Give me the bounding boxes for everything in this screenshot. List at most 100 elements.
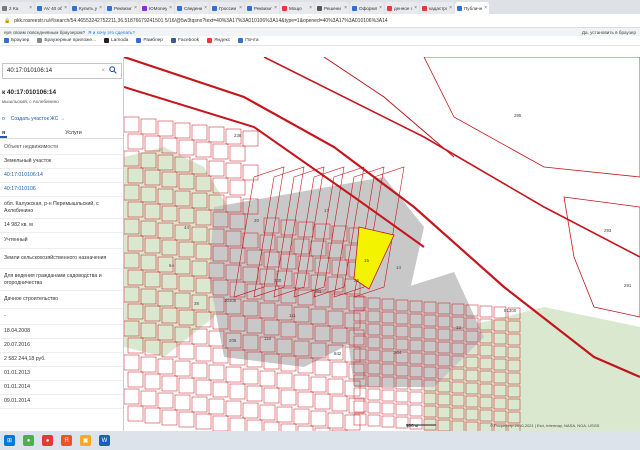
browser-tab[interactable]: AV 40 объявл× xyxy=(35,2,69,14)
parcel-label: 200 xyxy=(274,278,282,283)
bookmark-item[interactable]: Яндекс xyxy=(207,38,230,43)
browser-tab[interactable]: Мощо × xyxy=(280,2,314,14)
browser-tab[interactable]: денное с × xyxy=(385,2,419,14)
browser-tab[interactable]: Сведени × xyxy=(175,2,209,14)
tab-close-icon[interactable]: × xyxy=(344,5,347,11)
url-text[interactable]: pkk.rosreestr.ru/#/search/54.46553242752… xyxy=(14,18,636,24)
info-row: 2 582 244,18 руб. xyxy=(0,353,123,367)
parcel-cell xyxy=(127,133,144,150)
windows-taskbar: ⊞ ● ● Я ▣ W xyxy=(0,431,640,450)
tab-close-icon[interactable]: × xyxy=(239,5,242,11)
bookmark-label: Facebook xyxy=(177,38,200,43)
tab-close-icon[interactable]: × xyxy=(99,5,102,11)
parcel-label: 14 xyxy=(396,265,401,270)
parcel-cell xyxy=(242,130,259,147)
parcel-cell xyxy=(327,412,344,429)
tab-favicon-icon xyxy=(422,5,427,11)
search-box[interactable]: 40:17:010106:14 × xyxy=(2,63,122,79)
info-row[interactable]: 40:17:010106 xyxy=(0,183,123,197)
browser-tab[interactable]: ЮMoney × xyxy=(140,2,174,14)
parcel-cell xyxy=(367,414,381,427)
info-row: 01.01.2013 xyxy=(0,367,123,381)
parcel-label: 842 xyxy=(334,351,342,356)
parcel-cell xyxy=(225,366,242,383)
parcel-cell xyxy=(242,402,259,419)
tab-favicon-icon xyxy=(457,5,462,11)
tab-close-icon[interactable]: × xyxy=(64,5,67,11)
tab-close-icon[interactable]: × xyxy=(414,5,417,11)
panel-tabs: я Услуги xyxy=(0,127,123,139)
browser-tab[interactable]: кадастро × xyxy=(420,2,454,14)
browser-tab[interactable]: Реквизиты× xyxy=(245,2,279,14)
chrome-icon[interactable]: ● xyxy=(23,435,34,446)
parcel-cell xyxy=(229,417,246,431)
browser-tab[interactable]: Оформле× xyxy=(350,2,384,14)
search-input[interactable]: 40:17:010106:14 xyxy=(7,68,101,74)
browser-tab[interactable]: 2 Ka × xyxy=(0,2,34,14)
tab-services[interactable]: Услуги xyxy=(63,127,84,138)
browser-tab[interactable]: Реквизиты× xyxy=(105,2,139,14)
tab-close-icon[interactable]: × xyxy=(29,5,32,11)
clear-icon[interactable]: × xyxy=(101,68,105,74)
scale-bar: 100 м xyxy=(406,423,436,428)
cadastral-map[interactable]: 238 295 293 291 81300 12 17 20 25 15 14 200 10106 842… xyxy=(124,57,640,431)
bookmark-item[interactable]: Браузерные приложе... xyxy=(37,38,96,43)
parcel-label: 15 xyxy=(364,258,369,263)
browser-tab[interactable]: Решени × xyxy=(315,2,349,14)
tab-close-icon[interactable]: × xyxy=(379,5,382,11)
yandex-icon[interactable]: Я xyxy=(61,435,72,446)
infobar-install-button[interactable]: Да, установить в браузер xyxy=(582,30,636,35)
parcel-cell xyxy=(314,359,331,376)
action-link-1[interactable]: о xyxy=(2,116,5,122)
map-canvas[interactable]: 238 295 293 291 81300 12 17 20 25 15 14 200 10106 842… xyxy=(124,57,640,431)
parcel-cell xyxy=(195,413,212,430)
infobar-link[interactable]: Я и хочу это сделать? xyxy=(88,30,135,35)
parcel-cell xyxy=(208,364,225,381)
bookmark-item[interactable]: Рамблер xyxy=(136,38,163,43)
word-icon[interactable]: W xyxy=(99,435,110,446)
search-icon[interactable] xyxy=(109,66,117,76)
bookmark-item[interactable]: Lamoda xyxy=(104,38,128,43)
parcel-cell xyxy=(191,396,208,413)
parcel-cell xyxy=(191,124,208,141)
parcel-cell xyxy=(195,379,212,396)
parcel-cell xyxy=(212,143,229,160)
tab-close-icon[interactable]: × xyxy=(204,5,207,11)
parcel-label: 238 xyxy=(234,133,242,138)
start-icon[interactable]: ⊞ xyxy=(4,435,15,446)
browser-tab[interactable]: Гроссии × xyxy=(210,2,244,14)
bookmark-item[interactable]: Facebook xyxy=(170,38,200,43)
browser-tab-bar: 2 Ka×AV 40 объявл×Купить уч×Реквизиты×ЮM… xyxy=(0,0,640,14)
bookmark-label: Lamoda xyxy=(111,38,129,43)
tab-favicon-icon xyxy=(282,5,287,11)
info-row[interactable]: 40:17:010106:14 xyxy=(0,169,123,183)
parcel-label: 295 xyxy=(514,113,522,118)
browser-tab[interactable]: Публичн × xyxy=(455,2,489,14)
bookmark-item[interactable]: Почта xyxy=(238,38,259,43)
bookmark-item[interactable]: Браузер xyxy=(4,38,29,43)
create-parcel-link[interactable]: Создать участок ЖС → xyxy=(11,116,65,122)
browser-tab[interactable]: Купить уч× xyxy=(70,2,104,14)
tab-close-icon[interactable]: × xyxy=(169,5,172,11)
tab-close-icon[interactable]: × xyxy=(449,5,452,11)
browser-icon[interactable]: ● xyxy=(42,435,53,446)
tab-title: Сведени xyxy=(184,5,203,11)
tab-info[interactable]: я xyxy=(0,127,8,138)
parcel-label: 293 xyxy=(604,228,612,233)
bookmark-icon xyxy=(104,38,110,43)
tab-close-icon[interactable]: × xyxy=(274,5,277,11)
info-row: - xyxy=(0,309,123,325)
infobar-text: еря своим повседневным браузером? xyxy=(4,29,86,35)
parcel-cell xyxy=(140,118,157,135)
parcel-title: к 40:17:010106:14 xyxy=(2,89,57,96)
bookmark-icon xyxy=(4,38,9,43)
tab-close-icon[interactable]: × xyxy=(134,5,137,11)
tab-title: Реквизиты xyxy=(254,5,272,11)
parcel-cell xyxy=(263,387,280,404)
address-bar[interactable]: 🔒 pkk.rosreestr.ru/#/search/54.465532427… xyxy=(0,14,640,28)
parcel-cell xyxy=(381,402,395,415)
files-icon[interactable]: ▣ xyxy=(80,435,91,446)
tab-close-icon[interactable]: × xyxy=(309,5,312,11)
tab-close-icon[interactable]: × xyxy=(484,5,487,11)
tab-title: Купить уч xyxy=(79,5,98,11)
